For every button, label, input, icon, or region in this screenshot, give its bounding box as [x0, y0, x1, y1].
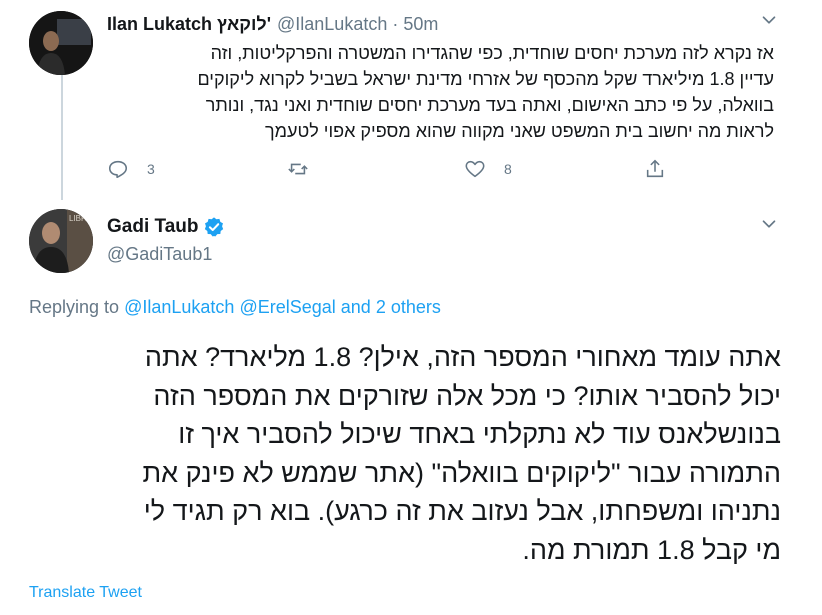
like-button[interactable]: 8	[464, 158, 512, 180]
avatar-gadi-taub[interactable]: LIBRA	[29, 209, 93, 273]
share-button[interactable]	[644, 158, 666, 180]
display-name[interactable]: Gadi Taub	[107, 216, 198, 238]
tweet-text-line: אז נקרא לזה מערכת יחסים שוחדית, כפי שהגד…	[210, 43, 774, 63]
share-icon	[646, 159, 664, 178]
tweet-text-line: אתה עומד מאחורי המספר הזה, אילן? 1.8 מלי…	[144, 342, 781, 372]
retweet-button[interactable]	[287, 158, 327, 180]
thread-connector-line	[61, 72, 63, 200]
tweet-2-text: אתה עומד מאחורי המספר הזה, אילן? 1.8 מלי…	[29, 338, 782, 569]
tweet-text-line: נתניהו ומשפחתו, אבל נעזוב את זה כרגע). ב…	[143, 496, 781, 526]
tweet-text-line: בוואלה, על פי כתב האישום, ואתה בעד מערכת…	[205, 95, 774, 115]
tweet-text-line: בנונשלאנס עוד לא נתקלתי באחד שיכול להסבי…	[178, 419, 781, 449]
display-name[interactable]: Ilan Lukatch לוקאץ'	[107, 14, 271, 35]
timestamp[interactable]: 50m	[403, 14, 438, 35]
user-handle[interactable]: @GadiTaub1	[107, 244, 212, 265]
avatar-ilan-lukatch[interactable]	[29, 11, 93, 75]
verified-badge-icon	[205, 217, 224, 237]
others-link[interactable]: and 2 others	[341, 297, 441, 317]
mention-link[interactable]: @IlanLukatch	[124, 297, 234, 317]
reply-icon	[108, 160, 128, 179]
replying-prefix: Replying to	[29, 297, 120, 317]
like-icon	[465, 160, 485, 178]
tweet-1-text: אז נקרא לזה מערכת יחסים שוחדית, כפי שהגד…	[108, 40, 774, 144]
tweet-text-line: מי קבל 1.8 תמורת מה.	[522, 534, 781, 565]
tweet-text-line: יכול להסביר אותו? כי מכל אלה שזורקים את …	[153, 380, 781, 411]
tweet-text-line: לראות מה יחשוב בית המשפט שאני מקווה שהוא…	[265, 121, 774, 141]
reply-button[interactable]: 3	[107, 158, 155, 180]
chevron-down-icon[interactable]	[758, 213, 780, 235]
tweet-2-header: Gadi Taub	[107, 216, 225, 238]
chevron-down-icon[interactable]	[758, 9, 780, 31]
replying-to: Replying to @IlanLukatch @ErelSegal and …	[29, 297, 441, 318]
separator-dot: ·	[392, 13, 399, 34]
tweet-1-header: Ilan Lukatch לוקאץ' @IlanLukatch · 50m	[107, 12, 438, 36]
retweet-icon	[288, 163, 308, 175]
translate-tweet-link[interactable]: Translate Tweet	[29, 584, 142, 602]
like-count: 8	[504, 161, 512, 177]
tweet-text-line: עדיין 1.8 מיליארד שקל מהכסף של אזרחי מדי…	[197, 69, 774, 89]
user-handle[interactable]: @IlanLukatch	[277, 14, 387, 35]
mention-link[interactable]: @ErelSegal	[239, 297, 335, 317]
svg-text:LIBRA: LIBRA	[69, 214, 93, 223]
reply-count: 3	[147, 161, 155, 177]
tweet-text-line: התמורה עבור "ליקוקים בוואלה" (אתר שממש ל…	[142, 457, 782, 488]
